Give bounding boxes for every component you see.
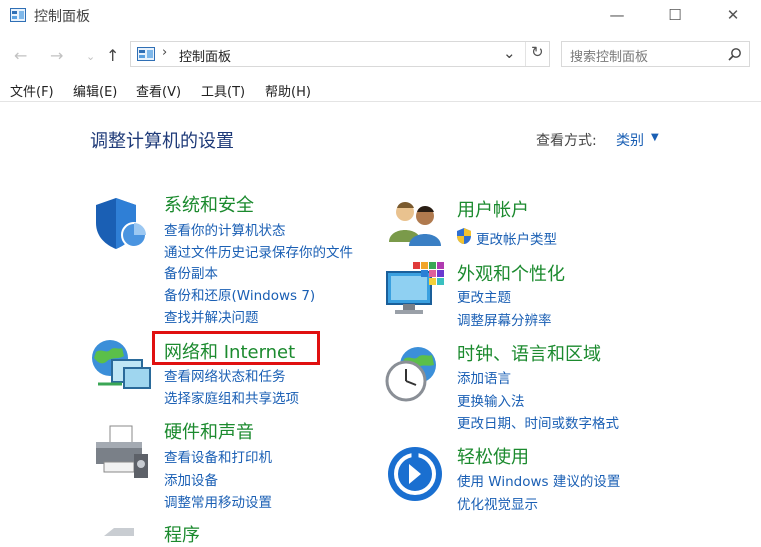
- control-panel-icon: [10, 8, 26, 22]
- minimize-icon: —: [609, 6, 625, 24]
- view-by-dropdown[interactable]: 类别: [616, 130, 644, 150]
- menu-tools[interactable]: 工具(T): [201, 81, 245, 100]
- close-icon: ✕: [726, 6, 740, 24]
- minimize-button[interactable]: —: [594, 0, 640, 30]
- printer-icon[interactable]: [92, 424, 152, 482]
- address-row: ← → ⌄ ↑ › 控制面板 ⌄ ↻ 搜索控制面板: [0, 38, 761, 72]
- link-screen-resolution[interactable]: 调整屏幕分辨率: [457, 309, 552, 329]
- link-change-theme[interactable]: 更改主题: [457, 286, 511, 306]
- search-input[interactable]: 搜索控制面板: [561, 41, 750, 67]
- address-divider: [525, 42, 526, 66]
- link-network-status[interactable]: 查看网络状态和任务: [164, 365, 286, 385]
- category-hardware-sound[interactable]: 硬件和声音: [164, 418, 254, 444]
- category-clock-language-region[interactable]: 时钟、语言和区域: [457, 340, 601, 366]
- menu-view[interactable]: 查看(V): [136, 81, 181, 100]
- link-file-history[interactable]: 通过文件历史记录保存你的文件: [164, 241, 353, 261]
- link-optimize-visual-display[interactable]: 优化视觉显示: [457, 493, 538, 513]
- category-system-security[interactable]: 系统和安全: [164, 191, 254, 217]
- link-backup-restore[interactable]: 备份和还原(Windows 7): [164, 284, 315, 304]
- menu-divider: [0, 101, 761, 102]
- control-panel-icon: [137, 47, 155, 61]
- search-icon: [728, 48, 741, 61]
- link-view-computer-status[interactable]: 查看你的计算机状态: [164, 219, 286, 239]
- category-programs[interactable]: 程序: [164, 521, 200, 547]
- uac-shield-icon: [457, 228, 471, 244]
- menu-bar: 文件(F) 编辑(E) 查看(V) 工具(T) 帮助(H): [0, 78, 761, 102]
- category-ease-of-access[interactable]: 轻松使用: [457, 443, 529, 469]
- recent-locations-chevron-icon[interactable]: ⌄: [86, 50, 95, 63]
- title-bar: 控制面板 — ☐ ✕: [0, 0, 761, 32]
- highlight-box: [152, 331, 320, 365]
- link-backup-copy[interactable]: 备份副本: [164, 262, 218, 282]
- menu-file[interactable]: 文件(F): [10, 81, 54, 100]
- up-arrow-icon[interactable]: ↑: [106, 46, 119, 65]
- breadcrumb-control-panel[interactable]: 控制面板: [179, 46, 231, 65]
- maximize-icon: ☐: [668, 6, 682, 24]
- refresh-icon[interactable]: ↻: [531, 43, 544, 61]
- link-troubleshoot[interactable]: 查找并解决问题: [164, 306, 259, 326]
- menu-edit[interactable]: 编辑(E): [73, 81, 117, 100]
- link-recommended-settings[interactable]: 使用 Windows 建议的设置: [457, 470, 620, 490]
- link-change-account-type[interactable]: 更改帐户类型: [476, 228, 557, 248]
- link-add-language[interactable]: 添加语言: [457, 367, 511, 387]
- page-title: 调整计算机的设置: [90, 131, 234, 152]
- window-title: 控制面板: [34, 9, 90, 25]
- ease-of-access-icon[interactable]: [387, 446, 443, 502]
- address-dropdown-icon[interactable]: ⌄: [503, 44, 516, 62]
- view-by-caret-icon[interactable]: ▼: [651, 132, 659, 143]
- forward-arrow-icon[interactable]: →: [50, 46, 63, 65]
- breadcrumb-separator-icon: ›: [162, 45, 168, 60]
- link-change-input-method[interactable]: 更换输入法: [457, 390, 525, 410]
- link-mobility-settings[interactable]: 调整常用移动设置: [164, 491, 272, 511]
- clock-globe-icon[interactable]: [384, 343, 444, 403]
- link-homegroup-sharing[interactable]: 选择家庭组和共享选项: [164, 387, 299, 407]
- user-accounts-icon[interactable]: [387, 198, 443, 246]
- appearance-monitor-icon[interactable]: [385, 262, 445, 316]
- network-globe-icon[interactable]: [88, 338, 154, 394]
- view-by-label: 查看方式:: [536, 133, 597, 149]
- maximize-button[interactable]: ☐: [652, 0, 698, 30]
- link-add-device[interactable]: 添加设备: [164, 469, 218, 489]
- link-date-time-format[interactable]: 更改日期、时间或数字格式: [457, 412, 619, 432]
- address-bar[interactable]: › 控制面板 ⌄ ↻: [130, 41, 550, 67]
- category-appearance[interactable]: 外观和个性化: [457, 260, 565, 286]
- programs-icon[interactable]: [100, 526, 140, 536]
- search-placeholder: 搜索控制面板: [570, 50, 649, 65]
- menu-help[interactable]: 帮助(H): [265, 81, 311, 100]
- category-user-accounts[interactable]: 用户帐户: [457, 196, 529, 222]
- link-devices-printers[interactable]: 查看设备和打印机: [164, 446, 272, 466]
- back-arrow-icon[interactable]: ←: [14, 46, 27, 65]
- close-button[interactable]: ✕: [710, 0, 756, 30]
- shield-icon[interactable]: [92, 195, 148, 251]
